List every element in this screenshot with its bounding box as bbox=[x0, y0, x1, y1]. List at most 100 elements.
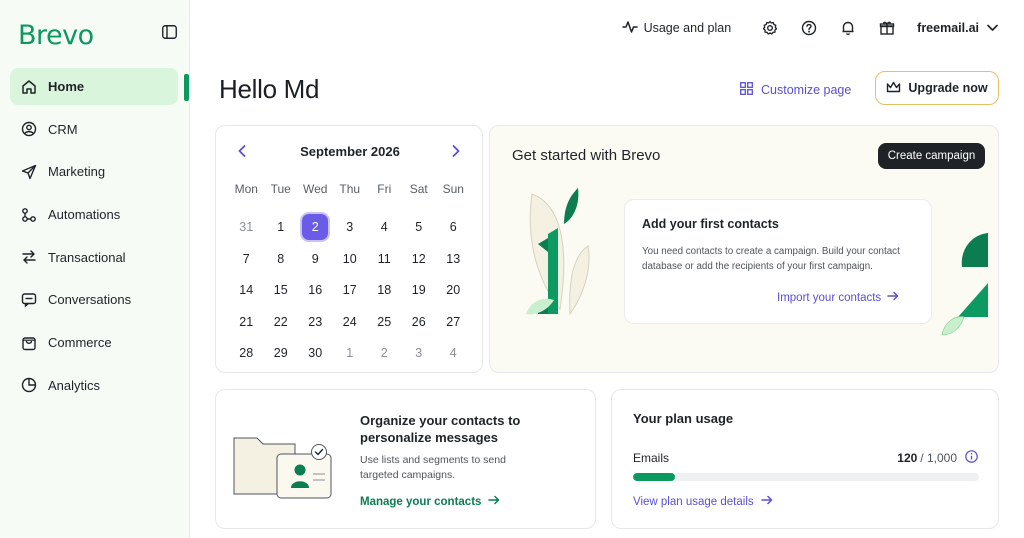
manage-contacts-link[interactable]: Manage your contacts bbox=[360, 495, 500, 508]
calendar-day-number: 31 bbox=[239, 220, 254, 235]
calendar-day-number: 19 bbox=[411, 283, 426, 298]
emails-label: Emails bbox=[633, 451, 670, 465]
calendar-day[interactable]: 4 bbox=[436, 338, 471, 370]
calendar-day[interactable]: 9 bbox=[298, 243, 333, 275]
sidebar-item-label: Analytics bbox=[48, 377, 101, 393]
gear-icon[interactable] bbox=[761, 19, 779, 37]
brevo-logo[interactable]: Brevo bbox=[18, 20, 94, 51]
view-plan-usage-label: View plan usage details bbox=[633, 495, 754, 508]
organize-title: Organize your contacts to personalize me… bbox=[360, 413, 521, 445]
calendar-day[interactable]: 6 bbox=[436, 212, 471, 244]
calendar-day[interactable]: 17 bbox=[333, 275, 368, 307]
calendar-day[interactable]: 29 bbox=[264, 338, 299, 370]
calendar-day[interactable]: 13 bbox=[436, 243, 471, 275]
calendar-day[interactable]: 15 bbox=[264, 275, 299, 307]
account-menu[interactable]: freemail.ai bbox=[917, 21, 998, 35]
calendar-day[interactable]: 31 bbox=[229, 212, 264, 244]
calendar-day[interactable]: 3 bbox=[402, 338, 437, 370]
calendar-day-number: 4 bbox=[449, 346, 457, 361]
calendar-day-number: 7 bbox=[242, 251, 250, 266]
calendar-day[interactable]: 23 bbox=[298, 306, 333, 338]
calendar-day[interactable]: 4 bbox=[367, 212, 402, 244]
customize-page-button[interactable]: Customize page bbox=[740, 82, 851, 98]
emails-progress-fill bbox=[633, 473, 675, 481]
account-name: freemail.ai bbox=[917, 21, 979, 35]
sidebar-item-marketing[interactable]: Marketing bbox=[10, 153, 178, 190]
calendar-day[interactable]: 30 bbox=[298, 338, 333, 370]
calendar-day-number: 12 bbox=[411, 251, 426, 266]
calendar-day-number: 23 bbox=[308, 314, 323, 329]
import-contacts-link[interactable]: Import your contacts bbox=[777, 291, 899, 304]
calendar-day[interactable]: 19 bbox=[402, 275, 437, 307]
calendar-day[interactable]: 20 bbox=[436, 275, 471, 307]
calendar-day[interactable]: 2 bbox=[367, 338, 402, 370]
calendar-day-number: 3 bbox=[346, 220, 354, 235]
calendar-day[interactable]: 7 bbox=[229, 243, 264, 275]
info-icon[interactable] bbox=[965, 450, 978, 466]
sidebar-item-automations[interactable]: Automations bbox=[10, 196, 178, 233]
view-plan-usage-link[interactable]: View plan usage details bbox=[633, 495, 773, 508]
calendar-day[interactable]: 12 bbox=[402, 243, 437, 275]
calendar-day[interactable]: 28 bbox=[229, 338, 264, 370]
calendar-day[interactable]: 14 bbox=[229, 275, 264, 307]
calendar-weekday: Sun bbox=[442, 182, 464, 196]
calendar-day[interactable]: 11 bbox=[367, 243, 402, 275]
calendar-day[interactable]: 25 bbox=[367, 306, 402, 338]
sidebar-item-label: Home bbox=[48, 79, 85, 94]
crown-icon bbox=[886, 81, 901, 96]
manage-contacts-label: Manage your contacts bbox=[360, 495, 482, 508]
calendar-day-number: 20 bbox=[446, 283, 461, 298]
sidebar-collapse-icon[interactable] bbox=[160, 24, 178, 40]
calendar-day-selected[interactable]: 2 bbox=[298, 212, 333, 244]
swap-arrows-icon bbox=[20, 248, 38, 266]
calendar-day[interactable]: 5 bbox=[402, 212, 437, 244]
calendar-day[interactable]: 1 bbox=[264, 212, 299, 244]
calendar-day[interactable]: 18 bbox=[367, 275, 402, 307]
add-contacts-card: Add your first contacts You need contact… bbox=[624, 199, 932, 324]
upgrade-now-button[interactable]: Upgrade now bbox=[875, 71, 999, 105]
chevron-down-icon bbox=[987, 21, 998, 35]
calendar-day-number: 16 bbox=[308, 283, 323, 298]
sidebar-item-label: Automations bbox=[48, 207, 121, 223]
sidebar-item-crm[interactable]: CRM bbox=[10, 111, 178, 148]
calendar-day[interactable]: 1 bbox=[333, 338, 368, 370]
sidebar-item-home[interactable]: Home bbox=[10, 68, 178, 105]
chevron-right-icon[interactable] bbox=[452, 144, 460, 162]
calendar-day-number: 2 bbox=[380, 346, 388, 361]
calendar-day[interactable]: 22 bbox=[264, 306, 299, 338]
sidebar-nav: Home CRM Marketing Automations Transacti… bbox=[10, 68, 190, 410]
calendar-day-number: 6 bbox=[449, 220, 457, 235]
sidebar-item-commerce[interactable]: Commerce bbox=[10, 324, 178, 361]
calendar-day[interactable]: 16 bbox=[298, 275, 333, 307]
shapes-illustration bbox=[940, 231, 988, 346]
contacts-folder-illustration bbox=[233, 432, 333, 507]
calendar-day[interactable]: 24 bbox=[333, 306, 368, 338]
sidebar-item-analytics[interactable]: Analytics bbox=[10, 367, 178, 404]
calendar-day-number: 22 bbox=[273, 314, 288, 329]
calendar-day[interactable]: 26 bbox=[402, 306, 437, 338]
calendar-day-number: 26 bbox=[411, 314, 426, 329]
upgrade-label: Upgrade now bbox=[908, 81, 988, 95]
calendar-day[interactable]: 27 bbox=[436, 306, 471, 338]
calendar-day-number: 4 bbox=[380, 220, 388, 235]
top-bar: Usage and plan freemail.ai bbox=[621, 14, 998, 42]
sidebar-item-conversations[interactable]: Conversations bbox=[10, 281, 178, 318]
sidebar-item-label: Marketing bbox=[48, 164, 106, 180]
calendar-weekday: Wed bbox=[303, 182, 328, 196]
calendar-weekday: Thu bbox=[339, 182, 361, 196]
calendar-day[interactable]: 8 bbox=[264, 243, 299, 275]
calendar-day[interactable]: 10 bbox=[333, 243, 368, 275]
create-campaign-button[interactable]: Create campaign bbox=[878, 143, 985, 169]
bell-icon[interactable] bbox=[839, 19, 857, 37]
chat-icon bbox=[20, 291, 38, 309]
gift-icon[interactable] bbox=[878, 19, 896, 37]
page-title: Hello Md bbox=[219, 74, 320, 104]
pie-chart-icon bbox=[20, 376, 38, 394]
usage-and-plan-link[interactable]: Usage and plan bbox=[621, 20, 731, 37]
sidebar-item-transactional[interactable]: Transactional bbox=[10, 239, 178, 276]
calendar-day-number: 21 bbox=[239, 314, 254, 329]
calendar-day-number: 1 bbox=[346, 346, 354, 361]
help-icon[interactable] bbox=[800, 19, 818, 37]
calendar-day[interactable]: 21 bbox=[229, 306, 264, 338]
calendar-day[interactable]: 3 bbox=[333, 212, 368, 244]
